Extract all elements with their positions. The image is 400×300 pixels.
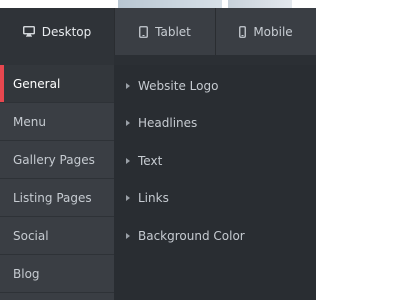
setting-label: Links bbox=[138, 191, 169, 206]
sidebar-item-blog[interactable]: Blog bbox=[0, 255, 114, 293]
preview-thumbnail bbox=[228, 0, 292, 8]
active-tab-connector bbox=[0, 55, 114, 65]
setting-text[interactable]: Text bbox=[114, 142, 316, 180]
content-list: Website Logo Headlines Text Links Backgr… bbox=[114, 65, 316, 300]
tab-label: Desktop bbox=[41, 24, 92, 39]
tab-label: Tablet bbox=[155, 24, 191, 39]
setting-headlines[interactable]: Headlines bbox=[114, 105, 316, 143]
setting-website-logo[interactable]: Website Logo bbox=[114, 67, 316, 105]
top-preview-strip bbox=[0, 0, 316, 8]
mobile-icon bbox=[239, 25, 247, 38]
setting-links[interactable]: Links bbox=[114, 180, 316, 218]
caret-right-icon bbox=[126, 120, 130, 127]
sidebar-item-menu[interactable]: Menu bbox=[0, 103, 114, 141]
tab-desktop[interactable]: Desktop bbox=[0, 8, 114, 55]
sidebar: General Menu Gallery Pages Listing Pages… bbox=[0, 65, 114, 300]
sidebar-item-gallery-pages[interactable]: Gallery Pages bbox=[0, 141, 114, 179]
sidebar-item-label: Listing Pages bbox=[13, 190, 92, 205]
device-tabs: Desktop Tablet Mobile bbox=[0, 8, 316, 55]
sidebar-item-listing-pages[interactable]: Listing Pages bbox=[0, 179, 114, 217]
setting-label: Headlines bbox=[138, 116, 198, 131]
sidebar-item-label: Blog bbox=[13, 266, 40, 281]
setting-label: Background Color bbox=[138, 228, 245, 243]
preview-thumbnail bbox=[118, 0, 222, 8]
tabs-divider bbox=[0, 55, 316, 65]
settings-panel: Desktop Tablet Mobile General Menu Galle… bbox=[0, 8, 316, 300]
tab-mobile[interactable]: Mobile bbox=[215, 8, 316, 55]
tab-tablet[interactable]: Tablet bbox=[114, 8, 215, 55]
setting-background-color[interactable]: Background Color bbox=[114, 217, 316, 255]
caret-right-icon bbox=[126, 195, 130, 202]
caret-right-icon bbox=[126, 232, 130, 239]
caret-right-icon bbox=[126, 157, 130, 164]
tablet-icon bbox=[139, 25, 149, 38]
sidebar-item-social[interactable]: Social bbox=[0, 217, 114, 255]
desktop-icon bbox=[22, 26, 35, 37]
caret-right-icon bbox=[126, 82, 130, 89]
setting-label: Website Logo bbox=[138, 78, 219, 93]
setting-label: Text bbox=[138, 153, 163, 168]
sidebar-item-general[interactable]: General bbox=[0, 65, 114, 103]
sidebar-item-label: General bbox=[13, 76, 61, 91]
tab-label: Mobile bbox=[253, 24, 293, 39]
sidebar-item-label: Social bbox=[13, 228, 49, 243]
sidebar-item-label: Menu bbox=[13, 114, 46, 129]
sidebar-item-label: Gallery Pages bbox=[13, 152, 95, 167]
